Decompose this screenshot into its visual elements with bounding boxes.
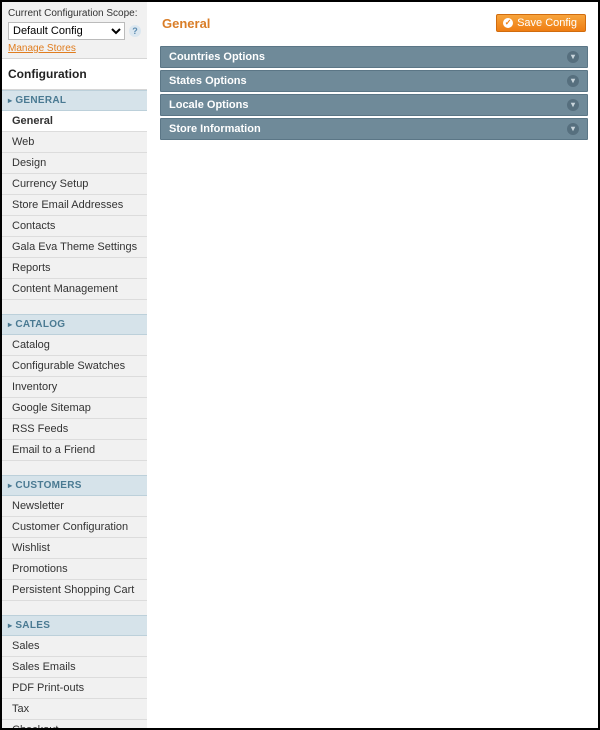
nav-item-configurable-swatches[interactable]: Configurable Swatches	[2, 356, 147, 377]
section-spacer	[2, 300, 147, 314]
section-header[interactable]: ▸GENERAL	[2, 90, 147, 111]
nav-item-label: Catalog	[12, 339, 50, 351]
nav-item-label: RSS Feeds	[12, 423, 68, 435]
nav-item-label: Currency Setup	[12, 178, 88, 190]
accordion-label: Countries Options	[169, 51, 265, 63]
nav-item-inventory[interactable]: Inventory	[2, 377, 147, 398]
save-config-label: Save Config	[517, 17, 577, 29]
accordion-row-store-information[interactable]: Store Information ▾	[160, 118, 588, 140]
section-spacer	[2, 461, 147, 475]
nav-item-general[interactable]: General	[2, 111, 147, 132]
section-header[interactable]: ▸CUSTOMERS	[2, 475, 147, 496]
nav-item-label: Configurable Swatches	[12, 360, 125, 372]
section-title: CATALOG	[15, 319, 65, 330]
chevron-right-icon: ▸	[8, 97, 12, 105]
chevron-right-icon: ▸	[8, 482, 12, 490]
nav-item-label: Customer Configuration	[12, 521, 128, 533]
nav-item-google-sitemap[interactable]: Google Sitemap	[2, 398, 147, 419]
section-title: SALES	[15, 620, 50, 631]
section-spacer	[2, 601, 147, 615]
nav-item-label: Reports	[12, 262, 51, 274]
chevron-right-icon: ▸	[8, 622, 12, 630]
scope-label: Current Configuration Scope:	[8, 8, 141, 19]
nav-item-tax[interactable]: Tax	[2, 699, 147, 720]
help-icon[interactable]: ?	[129, 25, 141, 37]
section-title: GENERAL	[15, 95, 66, 106]
section-header[interactable]: ▸CATALOG	[2, 314, 147, 335]
nav-item-email-to-a-friend[interactable]: Email to a Friend	[2, 440, 147, 461]
chevron-down-icon: ▾	[567, 75, 579, 87]
accordion-row-locale-options[interactable]: Locale Options ▾	[160, 94, 588, 116]
nav-item-reports[interactable]: Reports	[2, 258, 147, 279]
nav-item-label: Google Sitemap	[12, 402, 91, 414]
nav-item-rss-feeds[interactable]: RSS Feeds	[2, 419, 147, 440]
scope-row: Default Config ?	[8, 22, 141, 40]
nav-item-design[interactable]: Design	[2, 153, 147, 174]
nav-item-label: Persistent Shopping Cart	[12, 584, 134, 596]
nav-item-label: Tax	[12, 703, 29, 715]
nav-item-label: Gala Eva Theme Settings	[12, 241, 137, 253]
nav-item-customer-configuration[interactable]: Customer Configuration	[2, 517, 147, 538]
nav-item-catalog[interactable]: Catalog	[2, 335, 147, 356]
nav-item-web[interactable]: Web	[2, 132, 147, 153]
nav-item-contacts[interactable]: Contacts	[2, 216, 147, 237]
nav-item-label: General	[12, 115, 53, 127]
configuration-heading: Configuration	[2, 59, 147, 90]
nav-item-sales-emails[interactable]: Sales Emails	[2, 657, 147, 678]
save-config-button[interactable]: ✓ Save Config	[496, 14, 586, 32]
nav-item-label: Newsletter	[12, 500, 64, 512]
section-header[interactable]: ▸SALES	[2, 615, 147, 636]
nav-item-label: Wishlist	[12, 542, 50, 554]
page-header: General ✓ Save Config	[160, 10, 588, 32]
nav-item-label: Content Management	[12, 283, 118, 295]
nav-item-wishlist[interactable]: Wishlist	[2, 538, 147, 559]
nav-item-label: Email to a Friend	[12, 444, 95, 456]
nav-item-persistent-shopping-cart[interactable]: Persistent Shopping Cart	[2, 580, 147, 601]
manage-stores-link[interactable]: Manage Stores	[8, 43, 76, 54]
nav-item-label: Promotions	[12, 563, 68, 575]
nav-item-pdf-print-outs[interactable]: PDF Print-outs	[2, 678, 147, 699]
main-content: General ✓ Save Config Countries Options ▾…	[150, 2, 598, 150]
scope-block: Current Configuration Scope: Default Con…	[2, 2, 147, 59]
chevron-down-icon: ▾	[567, 99, 579, 111]
nav-item-currency-setup[interactable]: Currency Setup	[2, 174, 147, 195]
scope-select[interactable]: Default Config	[8, 22, 125, 40]
nav-item-sales[interactable]: Sales	[2, 636, 147, 657]
nav-item-label: Inventory	[12, 381, 57, 393]
accordion-row-states-options[interactable]: States Options ▾	[160, 70, 588, 92]
nav-item-label: Sales Emails	[12, 661, 76, 673]
nav-item-gala-eva-theme-settings[interactable]: Gala Eva Theme Settings	[2, 237, 147, 258]
nav-item-store-email-addresses[interactable]: Store Email Addresses	[2, 195, 147, 216]
nav-item-label: Contacts	[12, 220, 55, 232]
chevron-right-icon: ▸	[8, 321, 12, 329]
nav-item-label: Design	[12, 157, 46, 169]
sidebar: Current Configuration Scope: Default Con…	[2, 2, 147, 728]
nav-item-label: Checkout	[12, 724, 58, 730]
chevron-down-icon: ▾	[567, 123, 579, 135]
nav-item-label: Web	[12, 136, 34, 148]
app-frame: Current Configuration Scope: Default Con…	[0, 0, 600, 730]
section-title: CUSTOMERS	[15, 480, 81, 491]
chevron-down-icon: ▾	[567, 51, 579, 63]
nav-item-newsletter[interactable]: Newsletter	[2, 496, 147, 517]
accordion-label: Store Information	[169, 123, 261, 135]
nav-item-label: Sales	[12, 640, 40, 652]
check-icon: ✓	[503, 18, 513, 28]
nav-item-label: Store Email Addresses	[12, 199, 123, 211]
accordion-row-countries-options[interactable]: Countries Options ▾	[160, 46, 588, 68]
accordion-label: States Options	[169, 75, 247, 87]
accordion-label: Locale Options	[169, 99, 248, 111]
nav-item-promotions[interactable]: Promotions	[2, 559, 147, 580]
page-title: General	[162, 16, 210, 31]
nav-item-checkout[interactable]: Checkout	[2, 720, 147, 730]
nav-item-label: PDF Print-outs	[12, 682, 84, 694]
nav-item-content-management[interactable]: Content Management	[2, 279, 147, 300]
